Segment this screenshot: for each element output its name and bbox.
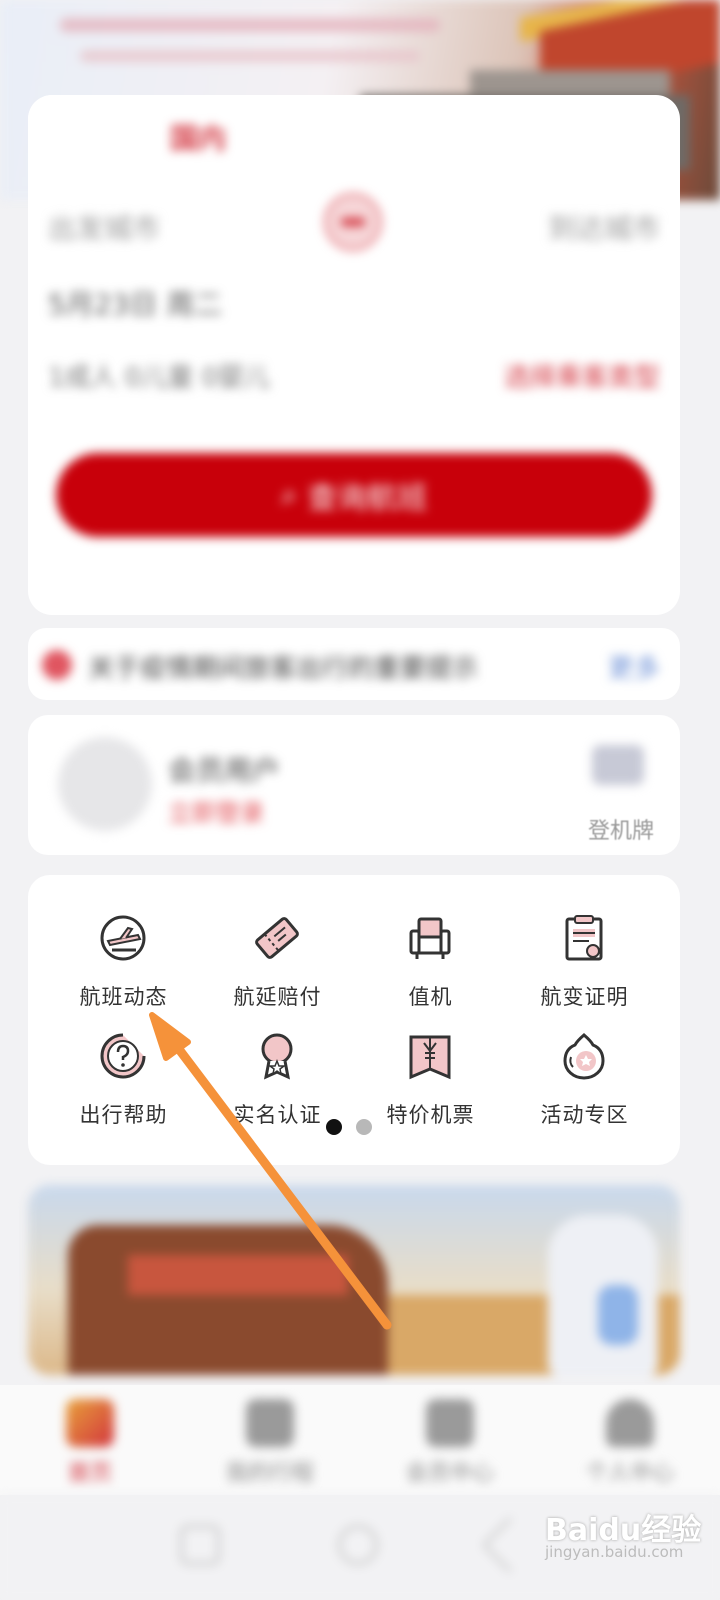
member-card-icon	[426, 1399, 474, 1447]
boarding-pass-icon[interactable]	[592, 745, 644, 785]
quick-menu-grid: 航班动态 航延赔付 值机 航变证明 出行帮助 实名认证 特价机票 活动专区	[28, 875, 680, 1165]
search-button-label: 查询航班	[307, 481, 428, 516]
notice-text: 关于疫情期间旅客出行的重要提示	[88, 654, 479, 684]
departure-city[interactable]: 出发城市	[48, 207, 160, 247]
passenger-count[interactable]: 1成人 0儿童 0婴儿	[48, 357, 270, 394]
promo-castle-roof	[128, 1255, 348, 1295]
menu-item-label: 出行帮助	[79, 1103, 168, 1127]
login-link[interactable]: 立即登录	[168, 793, 264, 828]
home-button-icon[interactable]	[338, 1525, 378, 1565]
menu-item-label: 航变证明	[540, 985, 629, 1009]
bottom-navigation: 首页 我的行程 会员中心 个人中心	[0, 1385, 720, 1495]
swap-cities-icon[interactable]	[324, 193, 382, 251]
travel-help-icon	[100, 1033, 146, 1079]
tab-domestic[interactable]: 国内	[28, 95, 368, 175]
promo-castle	[68, 1225, 388, 1375]
promo-banner[interactable]	[28, 1185, 680, 1375]
page-dot[interactable]	[356, 1119, 372, 1135]
menu-item-events[interactable]: 活动专区	[503, 1031, 666, 1141]
nav-home[interactable]: 首页	[0, 1399, 180, 1489]
flight-status-icon	[100, 915, 146, 961]
menu-item-check-in[interactable]: 值机	[349, 913, 512, 1023]
flight-change-certificate-icon	[565, 915, 603, 961]
page-dot-active[interactable]	[326, 1119, 342, 1135]
menu-item-label: 活动专区	[540, 1103, 629, 1127]
menu-item-travel-help[interactable]: 出行帮助	[42, 1031, 205, 1141]
nav-label: 会员中心	[405, 1461, 494, 1486]
nav-label: 个人中心	[585, 1461, 674, 1486]
tab-domestic-label: 国内	[169, 122, 226, 155]
recent-apps-icon[interactable]	[180, 1525, 220, 1565]
menu-item-label: 航延赔付	[233, 985, 322, 1009]
flight-search-card: 国内 出发城市 到达城市 5月23日 周二 1成人 0儿童 0婴儿 选择乘客类型…	[28, 95, 680, 615]
nav-label: 我的行程	[225, 1461, 314, 1486]
back-icon[interactable]	[481, 1516, 539, 1574]
watermark: Baidu经验 jingyan.baidu.com	[545, 1505, 705, 1565]
nav-label: 首页	[67, 1461, 112, 1486]
watermark-url: jingyan.baidu.com	[545, 1543, 684, 1561]
menu-item-flight-change-certificate[interactable]: 航变证明	[503, 913, 666, 1023]
passenger-type-link[interactable]: 选择乘客类型	[504, 357, 660, 394]
nav-profile[interactable]: 个人中心	[540, 1399, 720, 1489]
member-card[interactable]: 会员用户 立即登录 登机牌	[28, 715, 680, 855]
notice-more-link[interactable]: 更多	[608, 648, 660, 685]
nav-trips[interactable]: 我的行程	[180, 1399, 360, 1489]
special-fare-icon	[409, 1035, 451, 1080]
speaker-icon	[42, 650, 72, 680]
notice-bar[interactable]: 关于疫情期间旅客出行的重要提示 更多	[28, 628, 680, 700]
member-name: 会员用户	[168, 754, 281, 787]
hero-stripe	[80, 50, 420, 62]
search-flights-button[interactable]: ⌕ 查询航班	[56, 453, 652, 537]
promo-vase-detail	[598, 1285, 638, 1345]
departure-date[interactable]: 5月23日 周二	[48, 283, 222, 323]
menu-item-flight-status[interactable]: 航班动态	[42, 913, 205, 1023]
events-icon	[563, 1033, 605, 1080]
home-icon	[66, 1399, 114, 1447]
boarding-pass-label[interactable]: 登机牌	[588, 813, 654, 845]
check-in-icon	[409, 917, 451, 959]
arrival-city[interactable]: 到达城市	[548, 207, 660, 247]
nav-membership[interactable]: 会员中心	[360, 1399, 540, 1489]
real-name-auth-icon	[261, 1033, 293, 1080]
menu-item-label: 值机	[408, 985, 453, 1009]
avatar[interactable]	[58, 737, 152, 831]
search-icon: ⌕	[280, 477, 298, 513]
suitcase-icon	[246, 1399, 294, 1447]
menu-item-delay-compensation[interactable]: 航延赔付	[196, 913, 359, 1023]
person-icon	[606, 1399, 654, 1447]
delay-compensation-icon	[255, 917, 299, 959]
page-indicator	[326, 1119, 386, 1139]
hero-stripe	[60, 18, 440, 32]
menu-item-label: 航班动态	[79, 985, 168, 1009]
